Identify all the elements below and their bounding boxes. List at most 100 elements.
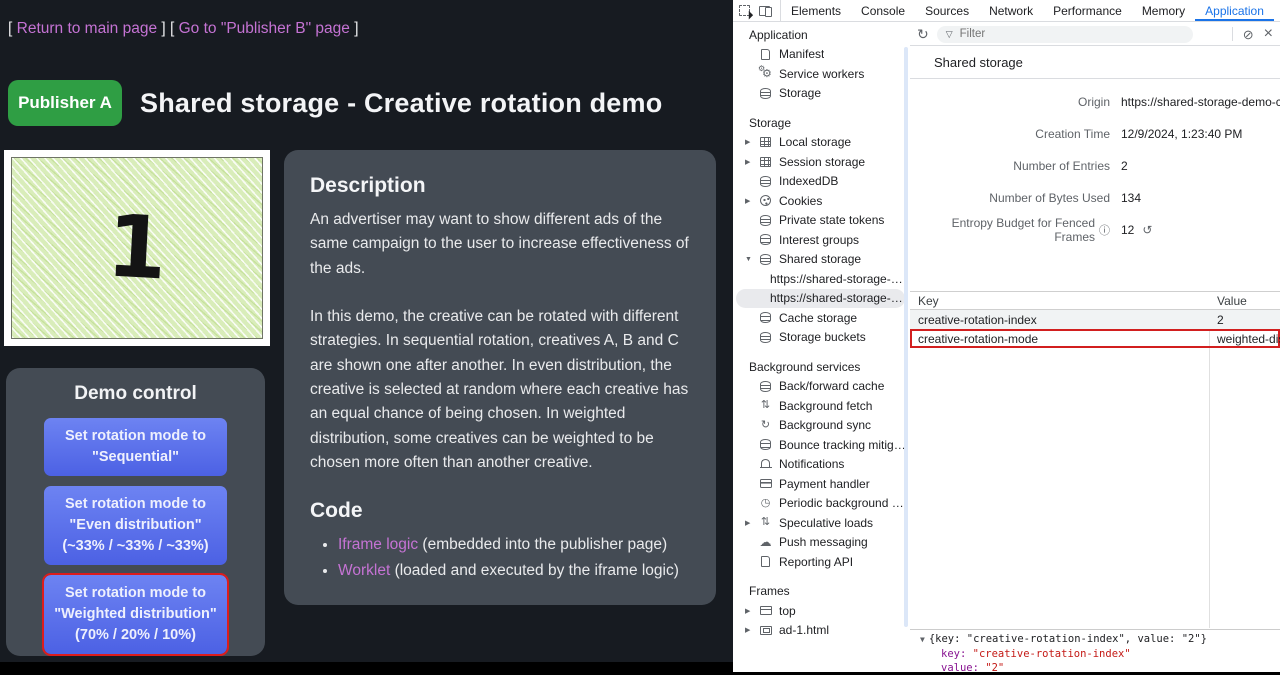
chevron-right-icon[interactable]: ▶	[743, 158, 757, 166]
sidebar-item-background-fetch[interactable]: ⇅Background fetch	[733, 396, 909, 416]
filter-box[interactable]: ▽	[937, 26, 1193, 43]
sidebar-item-frame-top[interactable]: ▶top	[733, 601, 909, 621]
sidebar-item-cache-storage[interactable]: Cache storage	[733, 308, 909, 328]
item-label: Cache storage	[779, 311, 857, 325]
cell-value: 2	[1209, 313, 1280, 327]
meta-row-creation-time: Creation Time 12/9/2024, 1:23:40 PM	[910, 118, 1280, 150]
section-label: Background services	[749, 360, 860, 374]
sidebar-item-local-storage[interactable]: ▶Local storage	[733, 133, 909, 153]
shared-storage-panel: ↻ ▽ ⊘ × Shared storage Origin https://sh…	[910, 23, 1280, 672]
devtools-tabbar: Elements Console Sources Network Perform…	[733, 0, 1280, 22]
rotation-even-button[interactable]: Set rotation mode to "Even distribution"…	[44, 486, 227, 565]
item-label: Cookies	[779, 194, 822, 208]
chevron-right-icon[interactable]: ▶	[743, 607, 757, 615]
clear-block-icon[interactable]: ⊘	[1243, 28, 1254, 41]
tab-console[interactable]: Console	[851, 0, 915, 21]
inspect-element-icon[interactable]	[739, 5, 750, 16]
table-header-row[interactable]: Key Value	[910, 292, 1280, 310]
chevron-right-icon[interactable]: ▶	[743, 519, 757, 527]
meta-value: 12/9/2024, 1:23:40 PM	[1121, 127, 1242, 141]
info-icon[interactable]: ⓘ	[1099, 222, 1110, 238]
sidebar-item-reporting-api[interactable]: Reporting API	[733, 552, 909, 572]
filter-input[interactable]	[958, 27, 1184, 41]
sidebar-item-manifest[interactable]: Manifest	[733, 45, 909, 65]
sidebar-item-cookies[interactable]: ▶ Cookies	[733, 191, 909, 211]
table-row[interactable]: creative-rotation-index 2	[910, 310, 1280, 329]
sidebar-item-shared-storage-origin-1[interactable]: https://shared-storage-d…	[733, 269, 909, 289]
preview-summary-line[interactable]: ▼{key: "creative-rotation-index", value:…	[920, 632, 1280, 647]
sidebar-item-bounce-tracking[interactable]: Bounce tracking mitiga…	[733, 435, 909, 455]
reset-budget-icon[interactable]: ↺	[1142, 223, 1152, 237]
item-label: Manifest	[779, 47, 824, 61]
close-icon[interactable]: ×	[1264, 26, 1273, 42]
sync-icon: ↻	[757, 420, 774, 431]
button-line: "Weighted distribution"	[54, 606, 217, 622]
sidebar-item-back-forward-cache[interactable]: Back/forward cache	[733, 377, 909, 397]
sidebar-item-session-storage[interactable]: ▶Session storage	[733, 152, 909, 172]
item-label: Push messaging	[779, 535, 868, 549]
chevron-right-icon[interactable]: ▶	[743, 138, 757, 146]
database-icon	[757, 439, 774, 450]
meta-value: 134	[1121, 191, 1141, 205]
devtools-window: Elements Console Sources Network Perform…	[733, 0, 1280, 672]
chevron-right-icon[interactable]: ▶	[743, 626, 757, 634]
meta-label: Number of Bytes Used	[910, 191, 1110, 205]
section-label: Application	[749, 28, 808, 42]
sidebar-item-payment-handler[interactable]: Payment handler	[733, 474, 909, 494]
publisher-demo-page: [ Return to main page ] [ Go to "Publish…	[0, 0, 733, 662]
column-header-value[interactable]: Value	[1209, 294, 1280, 308]
sidebar-scrollbar[interactable]	[904, 47, 908, 627]
sidebar-item-shared-storage[interactable]: ▼Shared storage	[733, 250, 909, 270]
device-toolbar-icon[interactable]	[759, 5, 772, 16]
entry-preview-pane: ▼{key: "creative-rotation-index", value:…	[910, 629, 1280, 672]
sidebar-item-interest-groups[interactable]: Interest groups	[733, 230, 909, 250]
sidebar-item-periodic-background-sync[interactable]: ◷Periodic background s…	[733, 494, 909, 514]
meta-row-origin: Origin https://shared-storage-demo-co	[910, 86, 1280, 118]
iframe-logic-link[interactable]: Iframe logic	[338, 536, 418, 553]
database-icon	[757, 254, 774, 265]
rotation-sequential-button[interactable]: Set rotation mode to "Sequential"	[44, 418, 227, 476]
sidebar-item-shared-storage-origin-2[interactable]: https://shared-storage-d…	[736, 289, 905, 309]
return-main-link[interactable]: Return to main page	[17, 20, 157, 37]
meta-label: Creation Time	[910, 127, 1110, 141]
tab-sources[interactable]: Sources	[915, 0, 979, 21]
panel-heading-text: Shared storage	[934, 55, 1023, 70]
sidebar-section-frames: Frames	[733, 582, 909, 602]
database-icon	[757, 332, 774, 343]
sidebar-item-indexeddb[interactable]: IndexedDB	[733, 172, 909, 192]
sidebar-item-background-sync[interactable]: ↻Background sync	[733, 416, 909, 436]
database-icon	[757, 215, 774, 226]
worklet-link[interactable]: Worklet	[338, 562, 390, 579]
table-icon	[757, 137, 774, 147]
tab-performance[interactable]: Performance	[1043, 0, 1132, 21]
rotation-weighted-button[interactable]: Set rotation mode to "Weighted distribut…	[44, 575, 227, 654]
tab-memory[interactable]: Memory	[1132, 0, 1195, 21]
publisher-b-link[interactable]: Go to "Publisher B" page	[179, 20, 350, 37]
list-item-text: (loaded and executed by the iframe logic…	[390, 562, 679, 579]
chevron-down-icon[interactable]: ▼	[920, 635, 925, 644]
tab-elements[interactable]: Elements	[781, 0, 851, 21]
table-row[interactable]: creative-rotation-mode weighted-dist	[910, 329, 1280, 348]
cell-key: creative-rotation-mode	[910, 332, 1209, 346]
button-line: "Sequential"	[92, 449, 179, 465]
refresh-icon[interactable]: ↻	[917, 27, 929, 41]
chevron-down-icon[interactable]: ▼	[743, 256, 757, 263]
sidebar-item-push-messaging[interactable]: ☁ Push messaging	[733, 533, 909, 553]
item-label: Notifications	[779, 457, 844, 471]
description-panel: Description An advertiser may want to sh…	[284, 150, 716, 605]
sidebar-item-speculative-loads[interactable]: ▶⇅Speculative loads	[733, 513, 909, 533]
sidebar-item-frame-ad1[interactable]: ▶ad-1.html	[733, 621, 909, 641]
sidebar-item-storage-buckets[interactable]: Storage buckets	[733, 328, 909, 348]
column-divider[interactable]	[1209, 310, 1210, 628]
sidebar-item-notifications[interactable]: Notifications	[733, 455, 909, 475]
sidebar-item-private-state-tokens[interactable]: Private state tokens	[733, 211, 909, 231]
cloud-icon: ☁	[757, 536, 774, 548]
tab-network[interactable]: Network	[979, 0, 1043, 21]
sidebar-item-storage[interactable]: Storage	[733, 84, 909, 104]
sidebar-item-service-workers[interactable]: ⚙⚙Service workers	[733, 64, 909, 84]
iframe-icon	[757, 626, 774, 635]
tab-application[interactable]: Application	[1195, 0, 1274, 21]
database-icon	[757, 88, 774, 99]
chevron-right-icon[interactable]: ▶	[743, 197, 757, 205]
column-header-key[interactable]: Key	[910, 294, 1209, 308]
